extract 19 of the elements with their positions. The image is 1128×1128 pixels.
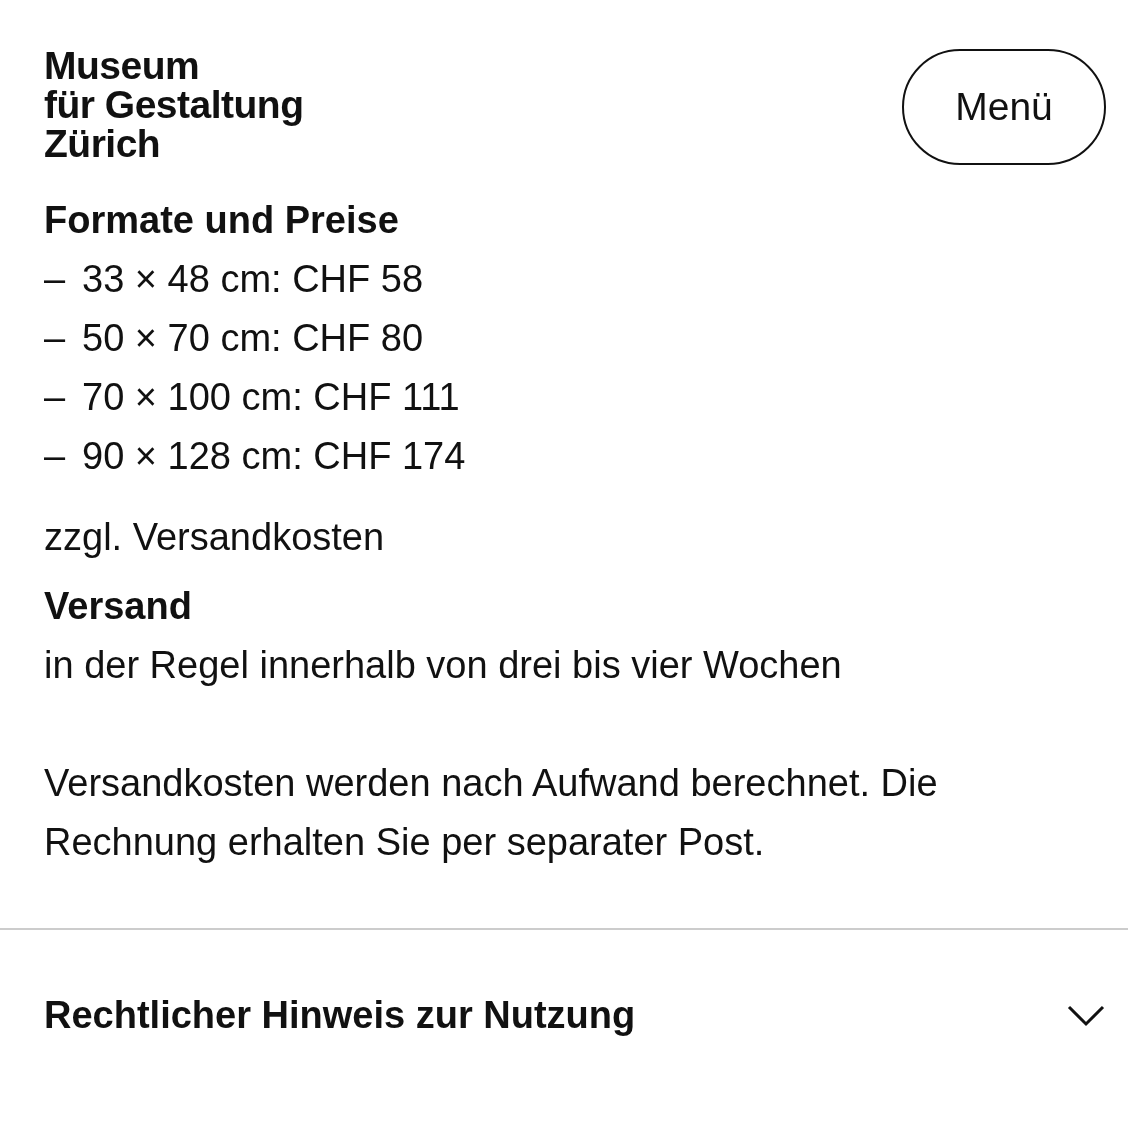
price-item: 70 × 100 cm: CHF 111 [82,375,460,420]
logo-text: für Gestaltung [44,85,304,124]
list-marker: – [44,316,67,361]
logo-text: Museum [44,46,201,85]
section-heading: Versand [44,584,193,629]
accordion-header[interactable]: Rechtlicher Hinweis zur Nutzung [0,930,1128,1037]
list-marker: – [44,375,67,420]
menu-button[interactable]: Menü [902,49,1106,165]
price-item: 90 × 128 cm: CHF 174 [82,434,466,479]
section-heading: Formate und Preise [44,198,400,243]
chevron-icon [1066,1003,1106,1028]
price-item: 50 × 70 cm: CHF 80 [82,316,424,361]
body-text: in der Regel innerhalb von drei bis vier Wochen [44,643,843,688]
logo-text: Zürich [44,124,161,163]
list-marker: – [44,434,67,479]
list-marker: – [44,257,67,302]
paragraph: Versandkosten werden nach Aufwand berechnet. Die Rechnung erhalten Sie per separater Post. [44,761,939,865]
paragraph: zzgl. Versandkosten [44,515,386,560]
price-item: 33 × 48 cm: CHF 58 [82,257,424,302]
